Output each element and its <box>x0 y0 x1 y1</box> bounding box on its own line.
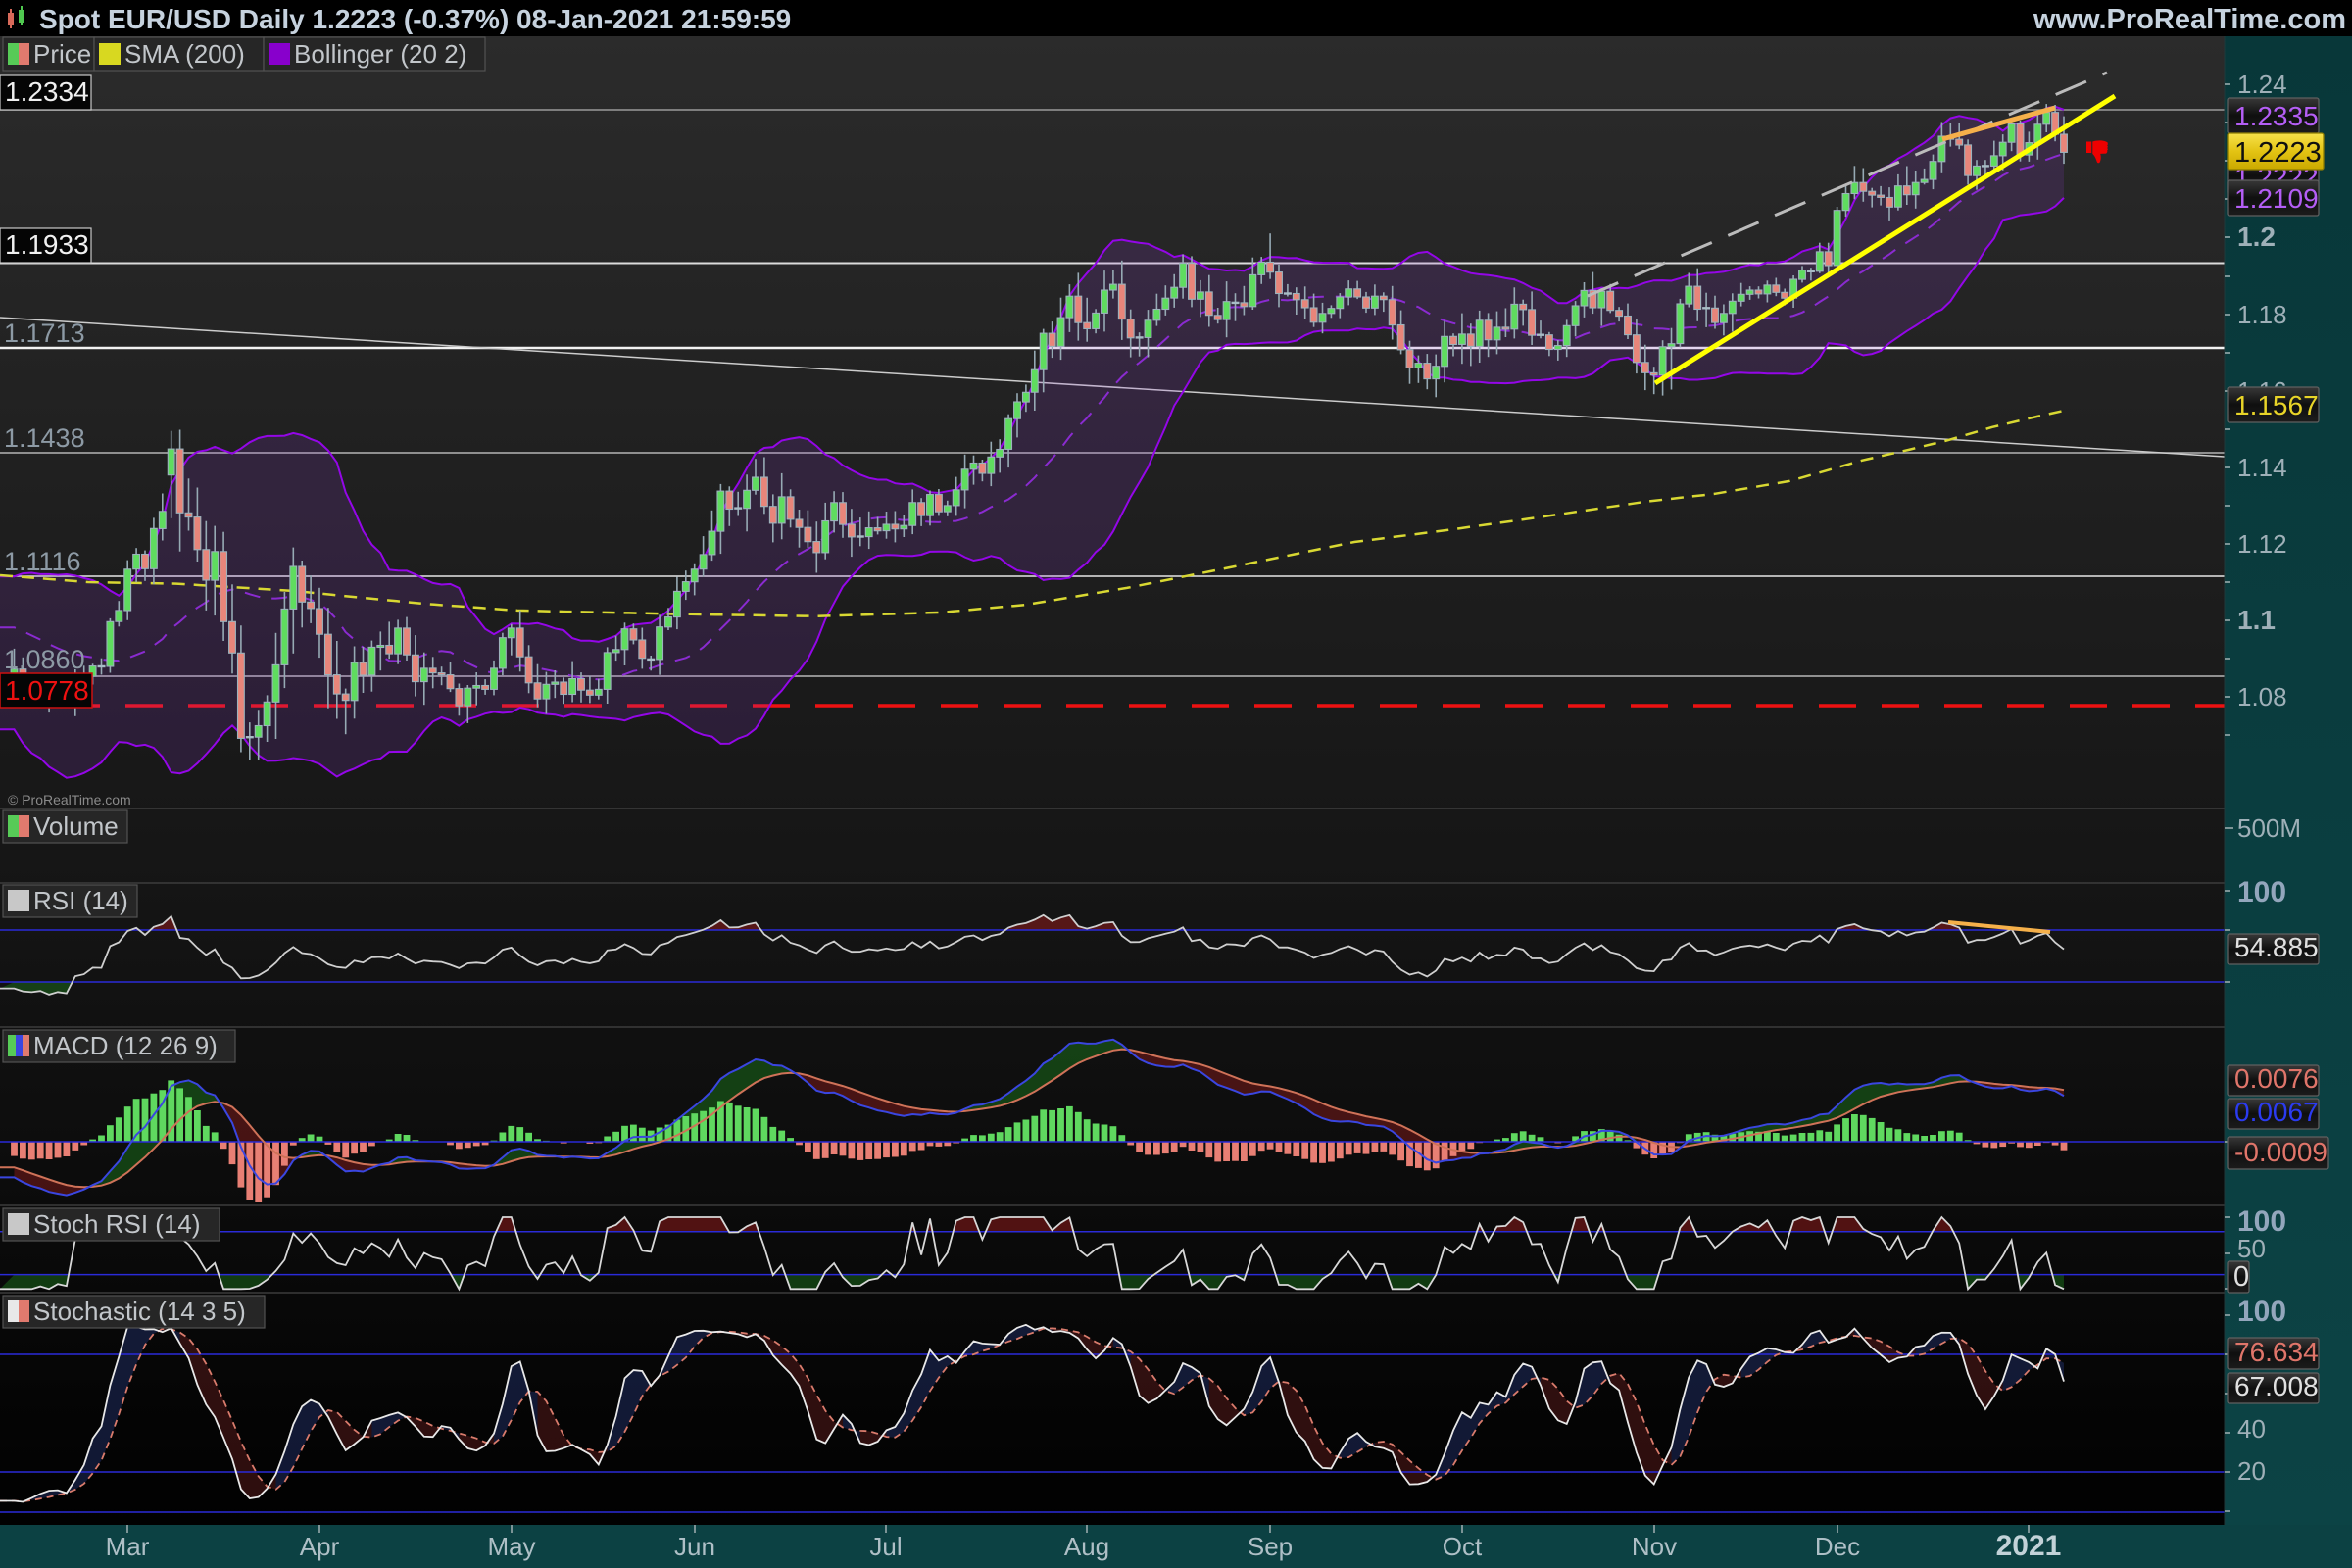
svg-text:Nov: Nov <box>1632 1532 1677 1561</box>
svg-text:76.634: 76.634 <box>2234 1337 2319 1367</box>
svg-text:1.24: 1.24 <box>2237 70 2287 99</box>
svg-text:Price: Price <box>33 39 91 69</box>
svg-text:54.885: 54.885 <box>2234 932 2319 962</box>
svg-text:1.1713: 1.1713 <box>4 318 85 348</box>
svg-text:0.0067: 0.0067 <box>2234 1097 2319 1127</box>
svg-text:May: May <box>487 1532 535 1561</box>
svg-text:1.12: 1.12 <box>2237 529 2287 559</box>
svg-text:1.1116: 1.1116 <box>4 547 81 576</box>
svg-text:100: 100 <box>2237 876 2286 908</box>
svg-text:1.2334: 1.2334 <box>5 76 89 107</box>
svg-text:Mar: Mar <box>106 1532 150 1561</box>
svg-text:www.ProRealTime.com: www.ProRealTime.com <box>2033 4 2346 35</box>
svg-text:Dec: Dec <box>1815 1532 1860 1561</box>
svg-text:50: 50 <box>2237 1234 2266 1263</box>
svg-text:1.2: 1.2 <box>2237 221 2276 252</box>
svg-text:-0.0009: -0.0009 <box>2234 1137 2328 1167</box>
svg-text:1.1933: 1.1933 <box>5 229 89 260</box>
svg-text:Aug: Aug <box>1064 1532 1109 1561</box>
svg-text:1.1567: 1.1567 <box>2234 390 2319 420</box>
svg-text:RSI (14): RSI (14) <box>33 886 128 915</box>
svg-text:Volume: Volume <box>33 811 119 841</box>
svg-text:100: 100 <box>2237 1296 2286 1328</box>
svg-text:Spot EUR/USD Daily 1.2223 (-0.: Spot EUR/USD Daily 1.2223 (-0.37%) 08-Ja… <box>39 4 791 34</box>
svg-text:1.2335: 1.2335 <box>2234 101 2319 131</box>
svg-text:67.008: 67.008 <box>2234 1371 2319 1401</box>
svg-text:1.18: 1.18 <box>2237 300 2287 329</box>
svg-text:Jul: Jul <box>869 1532 902 1561</box>
svg-text:1.1438: 1.1438 <box>4 423 85 453</box>
svg-text:0: 0 <box>2233 1261 2249 1293</box>
svg-text:Stochastic (14 3 5): Stochastic (14 3 5) <box>33 1297 246 1326</box>
svg-text:Apr: Apr <box>300 1532 340 1561</box>
svg-text:Jun: Jun <box>674 1532 715 1561</box>
svg-text:Sep: Sep <box>1248 1532 1293 1561</box>
svg-text:1.2223: 1.2223 <box>2234 137 2322 169</box>
svg-text:1.08: 1.08 <box>2237 682 2287 711</box>
svg-text:Oct: Oct <box>1443 1532 1483 1561</box>
svg-text:500M: 500M <box>2237 813 2301 843</box>
svg-text:Bollinger (20 2): Bollinger (20 2) <box>294 39 466 69</box>
svg-text:0.0076: 0.0076 <box>2234 1063 2319 1094</box>
svg-text:Stoch RSI (14): Stoch RSI (14) <box>33 1209 201 1239</box>
svg-text:1.1: 1.1 <box>2237 605 2276 635</box>
svg-text:MACD (12 26 9): MACD (12 26 9) <box>33 1031 218 1060</box>
svg-text:40: 40 <box>2237 1414 2266 1444</box>
svg-text:2021: 2021 <box>1996 1530 2062 1562</box>
svg-text:SMA (200): SMA (200) <box>124 39 245 69</box>
svg-text:1.0860: 1.0860 <box>4 645 85 674</box>
svg-text:1.14: 1.14 <box>2237 453 2287 482</box>
svg-text:20: 20 <box>2237 1456 2266 1486</box>
svg-text:© ProRealTime.com: © ProRealTime.com <box>8 792 131 808</box>
svg-text:1.0778: 1.0778 <box>5 675 89 706</box>
svg-text:1.2109: 1.2109 <box>2234 183 2319 214</box>
